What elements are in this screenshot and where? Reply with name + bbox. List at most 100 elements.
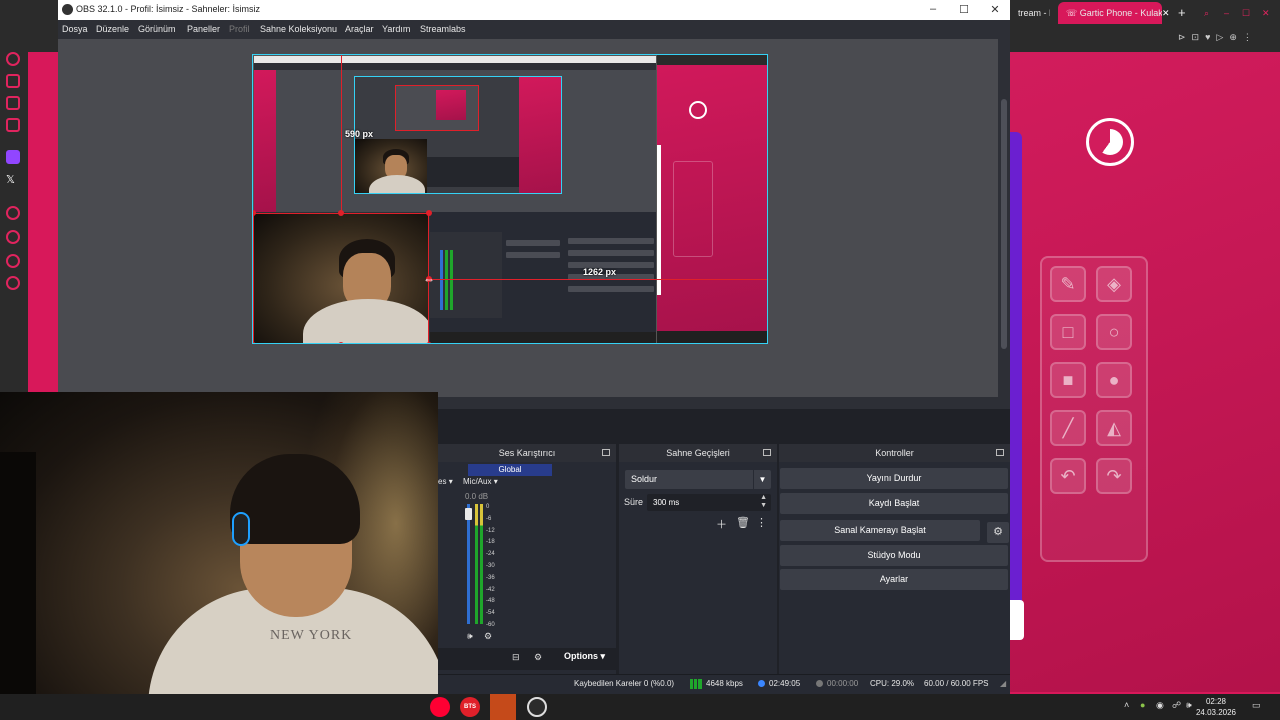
recording-timer: 00:00:00 [816,679,858,688]
virtual-camera-settings-icon[interactable]: ⚙ [987,522,1009,543]
preview-canvas[interactable]: 590 px 1262 px ⇔ [252,54,768,344]
new-tab-button[interactable]: + [1174,2,1194,24]
undock-icon[interactable] [996,449,1004,456]
scrollbar-thumb[interactable] [1001,99,1007,349]
opera-icon[interactable] [6,52,20,66]
stop-streaming-button[interactable]: Yayını Durdur [780,468,1008,489]
layout-icon[interactable]: ⊟ [512,652,520,663]
maximize-icon[interactable]: ☐ [957,3,971,16]
taskbar-clock[interactable]: 02:28 24.03.2026 [1194,696,1238,718]
duration-input[interactable]: 300 ms ▲ ▼ [647,494,771,511]
resize-handle[interactable] [426,342,432,343]
app-bts-icon[interactable]: BTS [460,697,480,717]
monitor-settings-icon[interactable]: ⚙ [484,631,492,642]
tray-nvidia-icon[interactable]: ◉ [1156,700,1164,711]
webcam-selection-box[interactable] [253,213,429,343]
maximize-icon[interactable]: ☐ [1242,2,1256,24]
messenger-icon[interactable] [6,96,20,110]
trash-icon[interactable]: 🗑 [736,516,750,529]
menu-view[interactable]: Görünüm [138,24,176,34]
shirt-print: NEW YORK [270,628,353,643]
menu-scene-collection[interactable]: Sahne Koleksiyonu [260,24,337,34]
menu-file[interactable]: Dosya [62,24,88,34]
undock-icon[interactable] [763,449,771,456]
resize-handle[interactable] [338,342,344,343]
aria-icon[interactable] [6,74,20,88]
add-icon[interactable]: ＋ [716,516,727,532]
extension-icons[interactable]: ⊳⊡♥▷⊕⋮ [1178,32,1268,44]
player-icon[interactable] [6,206,20,220]
circle-outline-tool-icon[interactable]: ○ [1096,314,1132,350]
menu-streamlabs[interactable]: Streamlabs [420,24,466,34]
transition-select[interactable]: Soldur ▼ [625,470,771,489]
preview-vertical-scrollbar[interactable] [998,39,1010,397]
nested-webcam [355,139,427,193]
start-virtual-camera-button[interactable]: Sanal Kamerayı Başlat [780,520,980,541]
extensions-icon[interactable] [6,254,20,268]
close-icon[interactable]: ✕ [988,3,1002,16]
redo-tool-icon[interactable]: ↷ [1096,458,1132,494]
meter-scale-tick: -18 [486,539,495,546]
history-icon[interactable] [6,230,20,244]
app-streamlabs-icon[interactable] [490,694,516,720]
settings-icon[interactable] [6,276,20,290]
distance-guide-vertical [341,55,342,213]
audio-mixer-dock: Ses Karıştırıcı Global es ▾ Mic/Aux ▾ 0.… [438,444,616,674]
more-icon[interactable]: ⋮ [756,516,767,529]
volume-fader[interactable] [465,508,472,520]
app-obs-icon[interactable] [527,697,547,717]
menu-edit[interactable]: Düzenle [96,24,129,34]
fill-tool-icon[interactable]: ◭ [1096,410,1132,446]
wifi-icon[interactable]: ☍ [1172,700,1181,711]
whatsapp-icon[interactable] [6,118,20,132]
pencil-tool-icon[interactable]: ✎ [1050,266,1086,302]
browser-tab[interactable]: tream - K [1010,2,1050,24]
channel-mic-label[interactable]: Mic/Aux ▾ [463,477,498,486]
resize-handle[interactable] [253,342,256,343]
undock-icon[interactable] [602,449,610,456]
eraser-tool-icon[interactable]: ◈ [1096,266,1132,302]
resize-grip-icon[interactable]: ◢ [1000,679,1006,688]
search-icon[interactable]: ⌕ [1204,2,1218,24]
app-opera-icon[interactable] [430,697,450,717]
browser-tab-active[interactable]: ☏ Gartic Phone - Kulak [1058,2,1162,24]
x-icon[interactable]: 𝕏 [6,174,20,188]
advanced-audio-icon[interactable]: ⚙ [534,652,542,663]
resize-handle[interactable] [426,210,432,216]
spin-arrows-icon[interactable]: ▲ ▼ [760,494,767,510]
meter-scale-tick: -30 [486,563,495,569]
rect-outline-tool-icon[interactable]: □ [1050,314,1086,350]
tray-app-icon[interactable]: ● [1140,700,1145,710]
minimize-icon[interactable]: – [926,3,940,15]
studio-mode-button[interactable]: Stüdyo Modu [780,545,1008,566]
meter-scale-tick: -54 [486,610,495,617]
notification-icon[interactable]: ▭ [1252,700,1261,711]
line-tool-icon[interactable]: ╱ [1050,410,1086,446]
menu-docks[interactable]: Paneller [187,24,220,34]
options-button[interactable]: Options ▾ [564,651,605,662]
side-tab[interactable] [1010,600,1024,640]
rect-filled-tool-icon[interactable]: ■ [1050,362,1086,398]
menu-profile[interactable]: Profil [229,24,250,34]
level-meter-right [480,504,483,624]
stream-status-icon [758,680,765,687]
minimize-icon[interactable]: – [1224,2,1238,24]
volume-slider-track[interactable] [467,504,470,624]
volume-icon[interactable]: 🕪 [1186,700,1192,711]
menu-tools[interactable]: Araçlar [345,24,374,34]
preview-area[interactable]: 590 px 1262 px ⇔ [58,39,998,397]
settings-button[interactable]: Ayarlar [780,569,1008,590]
windows-taskbar: BTS ˄ ● ◉ ☍ 🕪 02:28 24.03.2026 ▭ [0,694,1280,720]
chevron-up-icon[interactable]: ˄ [1124,700,1129,710]
menu-help[interactable]: Yardım [382,24,410,34]
twitch-icon[interactable] [6,150,20,164]
speaker-icon[interactable]: 🕪 [467,631,473,642]
options-label: Options [564,651,598,661]
close-window-icon[interactable]: ✕ [1262,2,1276,24]
circle-filled-tool-icon[interactable]: ● [1096,362,1132,398]
start-recording-button[interactable]: Kaydı Başlat [780,493,1008,514]
channel-left-label[interactable]: es ▾ [438,477,453,486]
meter-scale-tick: -60 [486,622,495,628]
nested-canvas [354,76,562,194]
undo-tool-icon[interactable]: ↶ [1050,458,1086,494]
